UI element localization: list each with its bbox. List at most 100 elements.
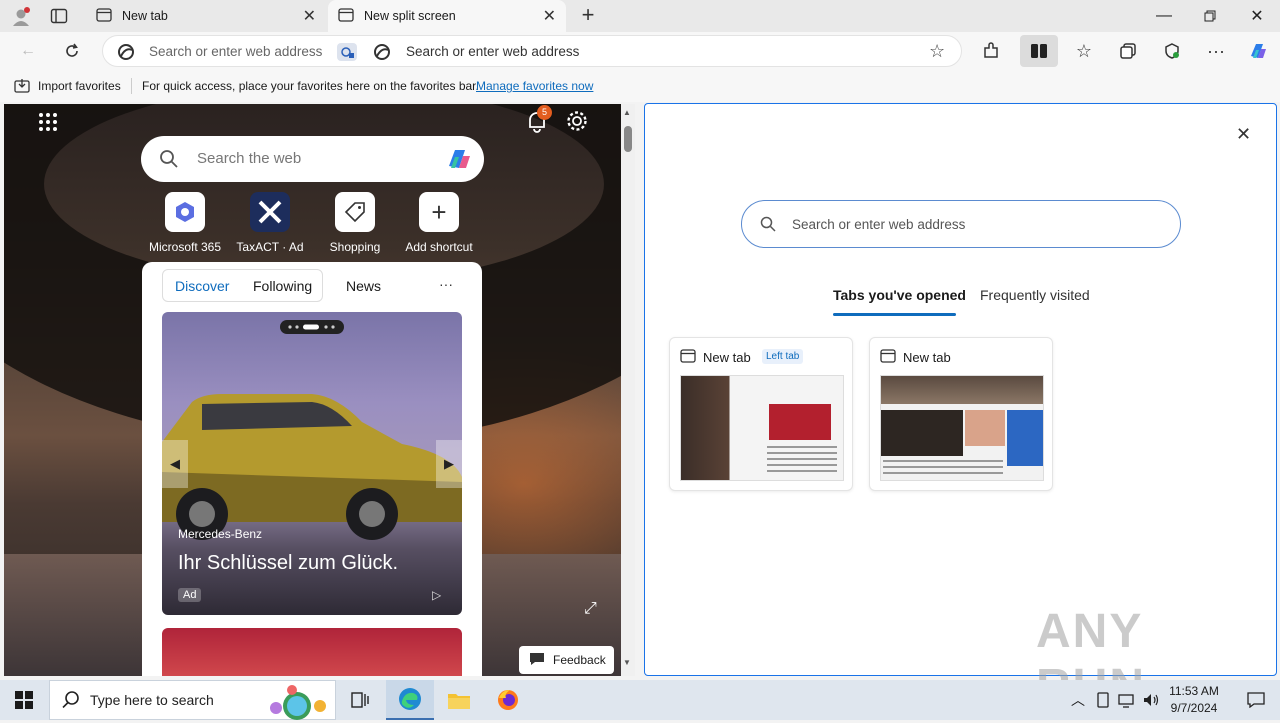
shortcut-label: TaxACT · Ad (236, 240, 304, 254)
shortcut-add[interactable]: + Add shortcut (399, 192, 479, 254)
thumbnail-image (769, 404, 831, 440)
scrollbar-thumb[interactable] (624, 126, 632, 152)
shortcut-label: Microsoft 365 (148, 240, 222, 254)
edge-taskbar-icon[interactable] (386, 680, 434, 720)
microsoft-365-icon (165, 192, 205, 232)
tab-new-split-screen[interactable]: New split screen ✕ (328, 0, 566, 32)
device-icon[interactable] (1092, 680, 1114, 720)
favorites-icon[interactable]: ☆ (1068, 35, 1100, 67)
volume-icon[interactable] (1140, 680, 1162, 720)
tab-following[interactable]: Following (253, 278, 312, 294)
favorite-star-icon[interactable]: ☆ (929, 41, 945, 62)
thumbnail-weather (1007, 410, 1043, 466)
profile-icon[interactable] (10, 6, 32, 28)
split-screen-address-icon[interactable] (337, 43, 357, 61)
carousel-next-button[interactable]: ▶ (436, 440, 462, 488)
new-tab-button[interactable]: + (576, 4, 600, 28)
feedback-button[interactable]: Feedback (519, 646, 614, 674)
taskbar-search-box[interactable]: Type here to search (49, 680, 336, 720)
tab-label: New tab (122, 9, 168, 23)
shortcut-label: Shopping (329, 240, 381, 254)
tab-new-tab[interactable]: New tab ✕ (86, 0, 326, 32)
opened-tab-card[interactable]: New tab (869, 337, 1053, 491)
minimize-button[interactable]: — (1141, 0, 1187, 32)
shortcut-label: Add shortcut (405, 240, 473, 254)
clock-date: 9/7/2024 (1170, 701, 1218, 715)
tab-tabs-youve-opened[interactable]: Tabs you've opened (833, 287, 966, 303)
network-icon[interactable] (1116, 680, 1138, 720)
copilot-icon[interactable] (1242, 35, 1274, 67)
tab-discover[interactable]: Discover (175, 278, 229, 294)
split-search-placeholder: Search or enter web address (792, 217, 966, 232)
close-split-icon[interactable]: ✕ (1236, 124, 1251, 145)
thumbnail-image (881, 410, 963, 456)
left-pane-scrollbar[interactable]: ▲ ▼ (621, 104, 635, 676)
shortcut-shopping[interactable]: Shopping (315, 192, 395, 254)
more-options-icon[interactable]: ··· (1200, 35, 1232, 67)
tab-news[interactable]: News (346, 278, 381, 294)
active-tab-underline (833, 313, 956, 316)
left-address-placeholder[interactable]: Search or enter web address (149, 44, 322, 59)
right-address-placeholder[interactable]: Search or enter web address (406, 44, 579, 59)
copilot-icon[interactable] (443, 144, 473, 177)
taxact-icon (250, 192, 290, 232)
ad-choices-icon[interactable]: ▷ (432, 588, 441, 602)
ad-card[interactable]: ◀ ▶ Mercedes-Benz Ihr Schlüssel zum Glüc… (162, 312, 462, 615)
search-icon (760, 216, 776, 235)
toolbar: ← Search or enter web address Search or … (0, 32, 1280, 70)
task-view-icon[interactable] (336, 680, 384, 720)
scroll-down-arrow[interactable]: ▼ (623, 658, 631, 667)
web-search-box[interactable]: Search the web (141, 136, 484, 182)
start-button[interactable] (0, 680, 48, 720)
split-search-box[interactable]: Search or enter web address (741, 200, 1181, 248)
ad-headline: Ihr Schlüssel zum Glück. (178, 552, 399, 574)
firefox-icon[interactable] (484, 680, 532, 720)
close-tab-icon[interactable]: ✕ (543, 6, 556, 26)
search-engine-icon (373, 43, 391, 64)
ad-brand: Mercedes-Benz (178, 527, 263, 541)
shortcut-microsoft-365[interactable]: Microsoft 365 (145, 192, 225, 254)
refresh-icon[interactable] (56, 35, 88, 67)
search-icon (159, 149, 179, 172)
show-hidden-icons[interactable]: ︿ (1066, 680, 1090, 720)
expand-icon[interactable]: ⤢ (584, 600, 597, 618)
file-explorer-icon[interactable] (435, 680, 483, 720)
clock[interactable]: 11:53 AM 9/7/2024 (1166, 683, 1222, 717)
news-feed-panel: Discover Following News ··· ◀ ▶ Mercedes… (142, 262, 482, 676)
left-tab-badge: Left tab (762, 349, 804, 364)
search-icon (62, 690, 80, 711)
address-bar[interactable]: Search or enter web address Search or en… (102, 35, 962, 67)
search-highlight-icon (262, 684, 332, 723)
restore-button[interactable] (1187, 0, 1233, 32)
favorites-divider (131, 78, 132, 94)
opened-tab-card[interactable]: New tab Left tab (669, 337, 853, 491)
tab-actions-icon[interactable] (50, 8, 68, 24)
import-favorites-button[interactable]: Import favorites (38, 79, 121, 93)
page-settings-gear-icon[interactable] (565, 109, 589, 133)
add-icon: + (419, 192, 459, 232)
back-icon[interactable]: ← (12, 35, 44, 67)
favorites-message: For quick access, place your favorites h… (142, 79, 479, 93)
close-tab-icon[interactable]: ✕ (303, 6, 316, 26)
extensions-icon[interactable] (975, 35, 1007, 67)
next-article-card[interactable] (162, 628, 462, 676)
close-window-button[interactable]: ✕ (1234, 0, 1280, 32)
thumbnail-text-lines (883, 460, 1003, 478)
clock-time: 11:53 AM (1169, 684, 1219, 698)
notification-center-icon[interactable] (1232, 680, 1280, 720)
feedback-icon (529, 652, 545, 669)
split-screen-icon[interactable] (1020, 35, 1058, 67)
shopping-tag-icon (335, 192, 375, 232)
carousel-prev-button[interactable]: ◀ (162, 440, 188, 488)
tab-thumbnail (880, 375, 1044, 481)
browser-essentials-icon[interactable] (1156, 35, 1188, 67)
carousel-dots (280, 320, 344, 334)
thumbnail-text-lines (767, 446, 837, 472)
manage-favorites-link[interactable]: Manage favorites now (476, 79, 593, 93)
scroll-up-arrow[interactable]: ▲ (623, 108, 631, 117)
collections-icon[interactable] (1112, 35, 1144, 67)
tab-frequently-visited[interactable]: Frequently visited (980, 287, 1090, 303)
apps-launcher-icon[interactable] (38, 112, 58, 132)
shortcut-taxact[interactable]: TaxACT · Ad (230, 192, 310, 254)
feed-more-button[interactable]: ··· (439, 276, 453, 292)
